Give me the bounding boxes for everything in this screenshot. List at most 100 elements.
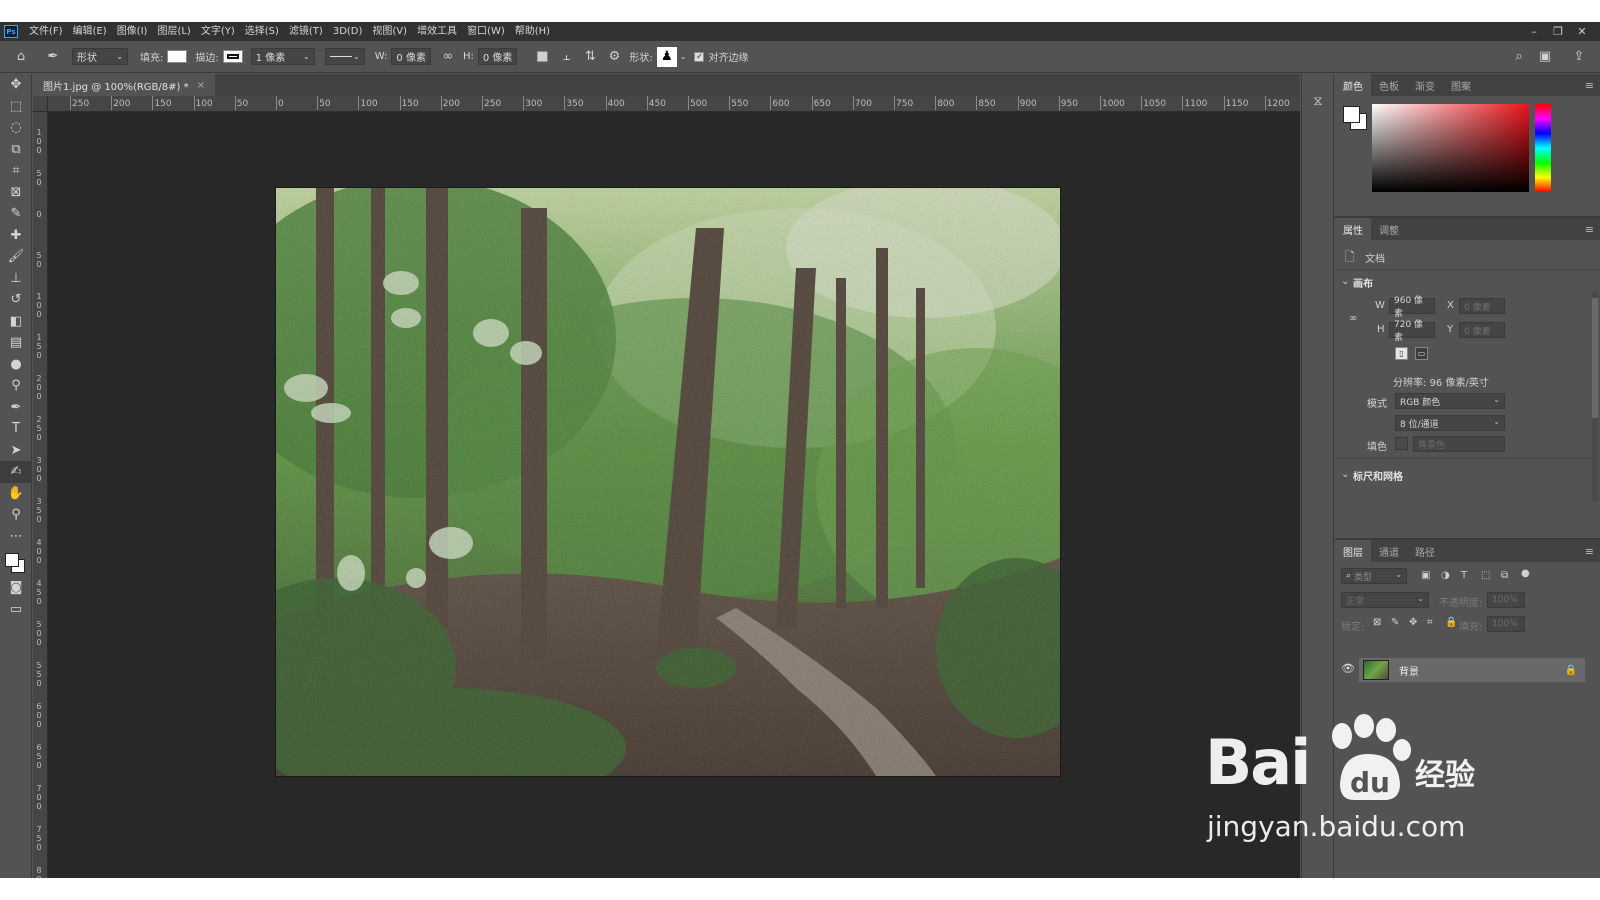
landscape-orientation-icon[interactable]: ▭: [1415, 347, 1428, 360]
filter-type-icon[interactable]: T: [1461, 570, 1467, 581]
history-brush-tool-icon[interactable]: ↺: [0, 289, 32, 311]
lock-artboard-icon[interactable]: ⌗: [1427, 617, 1433, 628]
tab-adjustments[interactable]: 调整: [1371, 218, 1407, 240]
chevron-down-icon[interactable]: ⌄: [1341, 276, 1349, 287]
menu-edit[interactable]: 编辑(E): [68, 22, 112, 41]
close-icon[interactable]: ×: [197, 80, 205, 91]
marquee-tool-icon[interactable]: ⬚: [0, 96, 32, 118]
menu-type[interactable]: 文字(Y): [196, 22, 240, 41]
eyedropper-tool-icon[interactable]: ✎: [0, 203, 32, 225]
tab-channels[interactable]: 通道: [1371, 540, 1407, 562]
canvas-fill-swatch[interactable]: [1395, 437, 1408, 450]
filter-smart-object-icon[interactable]: ⧉: [1501, 570, 1508, 581]
menu-3d[interactable]: 3D(D): [328, 22, 368, 41]
tool-mode-select[interactable]: 形状 ⌄: [72, 48, 128, 65]
restore-button[interactable]: ❐: [1546, 25, 1570, 38]
filter-pixel-icon[interactable]: ▣: [1421, 570, 1430, 581]
link-icon[interactable]: ∞: [1349, 313, 1357, 324]
custom-shape-picker[interactable]: ♟: [656, 46, 677, 67]
tab-gradients[interactable]: 渐变: [1407, 74, 1443, 96]
menu-select[interactable]: 选择(S): [240, 22, 284, 41]
eraser-tool-icon[interactable]: ◧: [0, 311, 32, 333]
properties-scrollbar[interactable]: [1592, 292, 1598, 502]
lock-position-icon[interactable]: ✥: [1409, 617, 1417, 628]
width-field[interactable]: 0 像素: [391, 48, 431, 65]
tab-color[interactable]: 颜色: [1335, 74, 1371, 96]
path-operations-icon[interactable]: ■: [533, 48, 551, 66]
type-tool-icon[interactable]: T: [0, 418, 32, 440]
lock-pixels-icon[interactable]: ✎: [1391, 617, 1399, 628]
hand-tool-icon[interactable]: ✋: [0, 483, 32, 505]
menu-image[interactable]: 图像(I): [112, 22, 153, 41]
opacity-field[interactable]: 100%: [1487, 592, 1525, 608]
hue-slider[interactable]: [1535, 104, 1551, 192]
color-swatches[interactable]: [0, 547, 31, 577]
panel-foreground-swatch[interactable]: [1343, 106, 1360, 123]
bit-depth-select[interactable]: 8 位/通道 ⌄: [1395, 415, 1505, 431]
canvas-fill-select[interactable]: 背景色: [1413, 436, 1505, 452]
clone-stamp-tool-icon[interactable]: ⊥: [0, 268, 32, 290]
lock-transparent-icon[interactable]: ⊠: [1373, 617, 1381, 628]
quick-mask-icon[interactable]: ◙: [0, 577, 32, 599]
history-panel-icon[interactable]: ⧖: [1309, 92, 1327, 110]
panel-menu-icon[interactable]: ≡: [1585, 79, 1594, 92]
menu-filter[interactable]: 滤镜(T): [284, 22, 328, 41]
horizontal-ruler[interactable]: 250 200 150 100 50 0 50 100 150 200 250 300 350 400 45…: [48, 96, 1300, 112]
canvas-width-field[interactable]: 960 像素: [1389, 296, 1435, 319]
stroke-swatch[interactable]: [222, 50, 243, 63]
eye-icon[interactable]: 👁: [1341, 662, 1355, 675]
menu-help[interactable]: 帮助(H): [510, 22, 555, 41]
pen-tool-preset-icon[interactable]: ✒: [44, 48, 62, 66]
panel-menu-icon[interactable]: ≡: [1585, 223, 1594, 236]
tab-swatches[interactable]: 色板: [1371, 74, 1407, 96]
filter-shape-icon[interactable]: ⬚: [1481, 570, 1490, 581]
lasso-tool-icon[interactable]: ◌: [0, 117, 32, 139]
canvas-workspace[interactable]: [48, 112, 1300, 878]
close-button[interactable]: ✕: [1570, 25, 1594, 38]
zoom-tool-icon[interactable]: ⚲: [0, 504, 32, 526]
forest-photo[interactable]: [276, 188, 1060, 776]
object-select-tool-icon[interactable]: ⧉: [0, 139, 32, 161]
canvas-height-field[interactable]: 720 像素: [1389, 320, 1435, 343]
chevron-down-icon[interactable]: ⌄: [1341, 469, 1349, 480]
dodge-tool-icon[interactable]: ⚲: [0, 375, 32, 397]
crop-tool-icon[interactable]: ⌗: [0, 160, 32, 182]
share-icon[interactable]: ⇪: [1570, 48, 1588, 66]
minimize-button[interactable]: –: [1522, 25, 1546, 38]
search-icon[interactable]: ⌕: [1510, 48, 1528, 66]
align-edges-checkbox[interactable]: ✓: [694, 51, 705, 62]
lock-all-icon[interactable]: 🔒: [1445, 617, 1457, 628]
height-field[interactable]: 0 像素: [477, 48, 518, 65]
blend-mode-select[interactable]: 正常 ⌄: [1341, 592, 1429, 608]
panel-menu-icon[interactable]: ≡: [1585, 545, 1594, 558]
gradient-tool-icon[interactable]: ▤: [0, 332, 32, 354]
path-alignment-icon[interactable]: ⫠: [557, 48, 575, 66]
stroke-type-select[interactable]: ⌄: [324, 48, 365, 65]
tab-layers[interactable]: 图层: [1335, 540, 1371, 562]
scrollbar-thumb[interactable]: [1592, 298, 1598, 418]
freeform-pen-tool-icon[interactable]: ✍: [0, 461, 32, 483]
vertical-ruler[interactable]: 100 50 0 50 100 150 200 250 300 350 400 450 500 550 60…: [33, 112, 48, 878]
link-icon[interactable]: ∞: [439, 48, 457, 66]
tab-paths[interactable]: 路径: [1407, 540, 1443, 562]
path-arrangement-icon[interactable]: ⇅: [581, 48, 599, 66]
color-mode-select[interactable]: RGB 颜色 ⌄: [1395, 393, 1505, 409]
foreground-color-swatch[interactable]: [5, 553, 19, 567]
gear-icon[interactable]: ⚙: [605, 48, 623, 66]
layer-fill-field[interactable]: 100%: [1487, 616, 1525, 632]
path-select-tool-icon[interactable]: ➤: [0, 440, 32, 462]
tab-patterns[interactable]: 图案: [1443, 74, 1479, 96]
color-field[interactable]: [1372, 104, 1529, 192]
more-tools-icon[interactable]: ⋯: [0, 526, 32, 548]
move-tool-icon[interactable]: ✥: [0, 74, 32, 96]
blur-tool-icon[interactable]: ●: [0, 354, 32, 376]
layer-filter-field[interactable]: ⌕ 类型 ⌄: [1341, 568, 1407, 584]
tab-properties[interactable]: 属性: [1335, 218, 1371, 240]
menu-layer[interactable]: 图层(L): [152, 22, 195, 41]
brush-tool-icon[interactable]: 🖌: [0, 246, 32, 268]
menu-file[interactable]: 文件(F): [24, 22, 68, 41]
filter-toggle-icon[interactable]: ●: [1521, 568, 1530, 579]
menu-view[interactable]: 视图(V): [367, 22, 412, 41]
canvas-y-field[interactable]: 0 像素: [1459, 322, 1505, 338]
portrait-orientation-icon[interactable]: ▯: [1395, 347, 1408, 360]
